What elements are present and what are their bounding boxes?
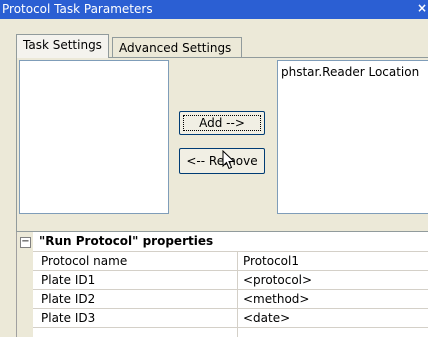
- grid-gutter: −: [17, 232, 33, 337]
- dialog-panel: Task Settings Advanced Settings Add --> …: [0, 19, 428, 337]
- arrow-pointer-icon: [222, 150, 235, 170]
- tab-task-settings[interactable]: Task Settings: [16, 34, 109, 58]
- tab-label: Advanced Settings: [119, 41, 232, 55]
- list-item[interactable]: phstar.Reader Location: [281, 65, 419, 79]
- task-settings-page: Add --> <-- Remove phstar.Reader Locatio…: [16, 57, 428, 232]
- property-row[interactable]: Plate ID1 <protocol>: [33, 270, 428, 290]
- window-titlebar: Protocol Task Parameters ×: [0, 0, 428, 19]
- column-divider: [237, 290, 238, 309]
- property-value[interactable]: Protocol1: [243, 254, 299, 268]
- column-divider: [237, 328, 238, 337]
- property-value[interactable]: <method>: [243, 292, 309, 306]
- collapse-icon[interactable]: −: [20, 237, 31, 248]
- property-value[interactable]: <date>: [243, 311, 290, 325]
- property-name: Plate ID2: [41, 292, 96, 306]
- tab-advanced-settings[interactable]: Advanced Settings: [112, 37, 242, 58]
- window-title: Protocol Task Parameters: [2, 2, 153, 16]
- property-row[interactable]: [33, 327, 428, 337]
- selected-items-list[interactable]: phstar.Reader Location: [277, 60, 428, 214]
- property-value[interactable]: <protocol>: [243, 273, 312, 287]
- property-row[interactable]: Protocol name Protocol1: [33, 251, 428, 271]
- properties-grid: − "Run Protocol" properties Protocol nam…: [16, 232, 428, 337]
- tab-label: Task Settings: [23, 38, 102, 52]
- focus-rectangle: [183, 115, 261, 131]
- property-name: Plate ID3: [41, 311, 96, 325]
- column-divider: [237, 252, 238, 271]
- close-icon[interactable]: ×: [417, 1, 427, 15]
- column-divider: [237, 271, 238, 290]
- available-items-list[interactable]: [19, 60, 169, 214]
- add-button[interactable]: Add -->: [179, 111, 265, 135]
- property-name: Protocol name: [41, 254, 128, 268]
- property-name: Plate ID1: [41, 273, 96, 287]
- property-row[interactable]: Plate ID3 <date>: [33, 308, 428, 328]
- properties-heading: "Run Protocol" properties: [39, 234, 214, 248]
- column-divider: [237, 309, 238, 328]
- property-row[interactable]: Plate ID2 <method>: [33, 289, 428, 309]
